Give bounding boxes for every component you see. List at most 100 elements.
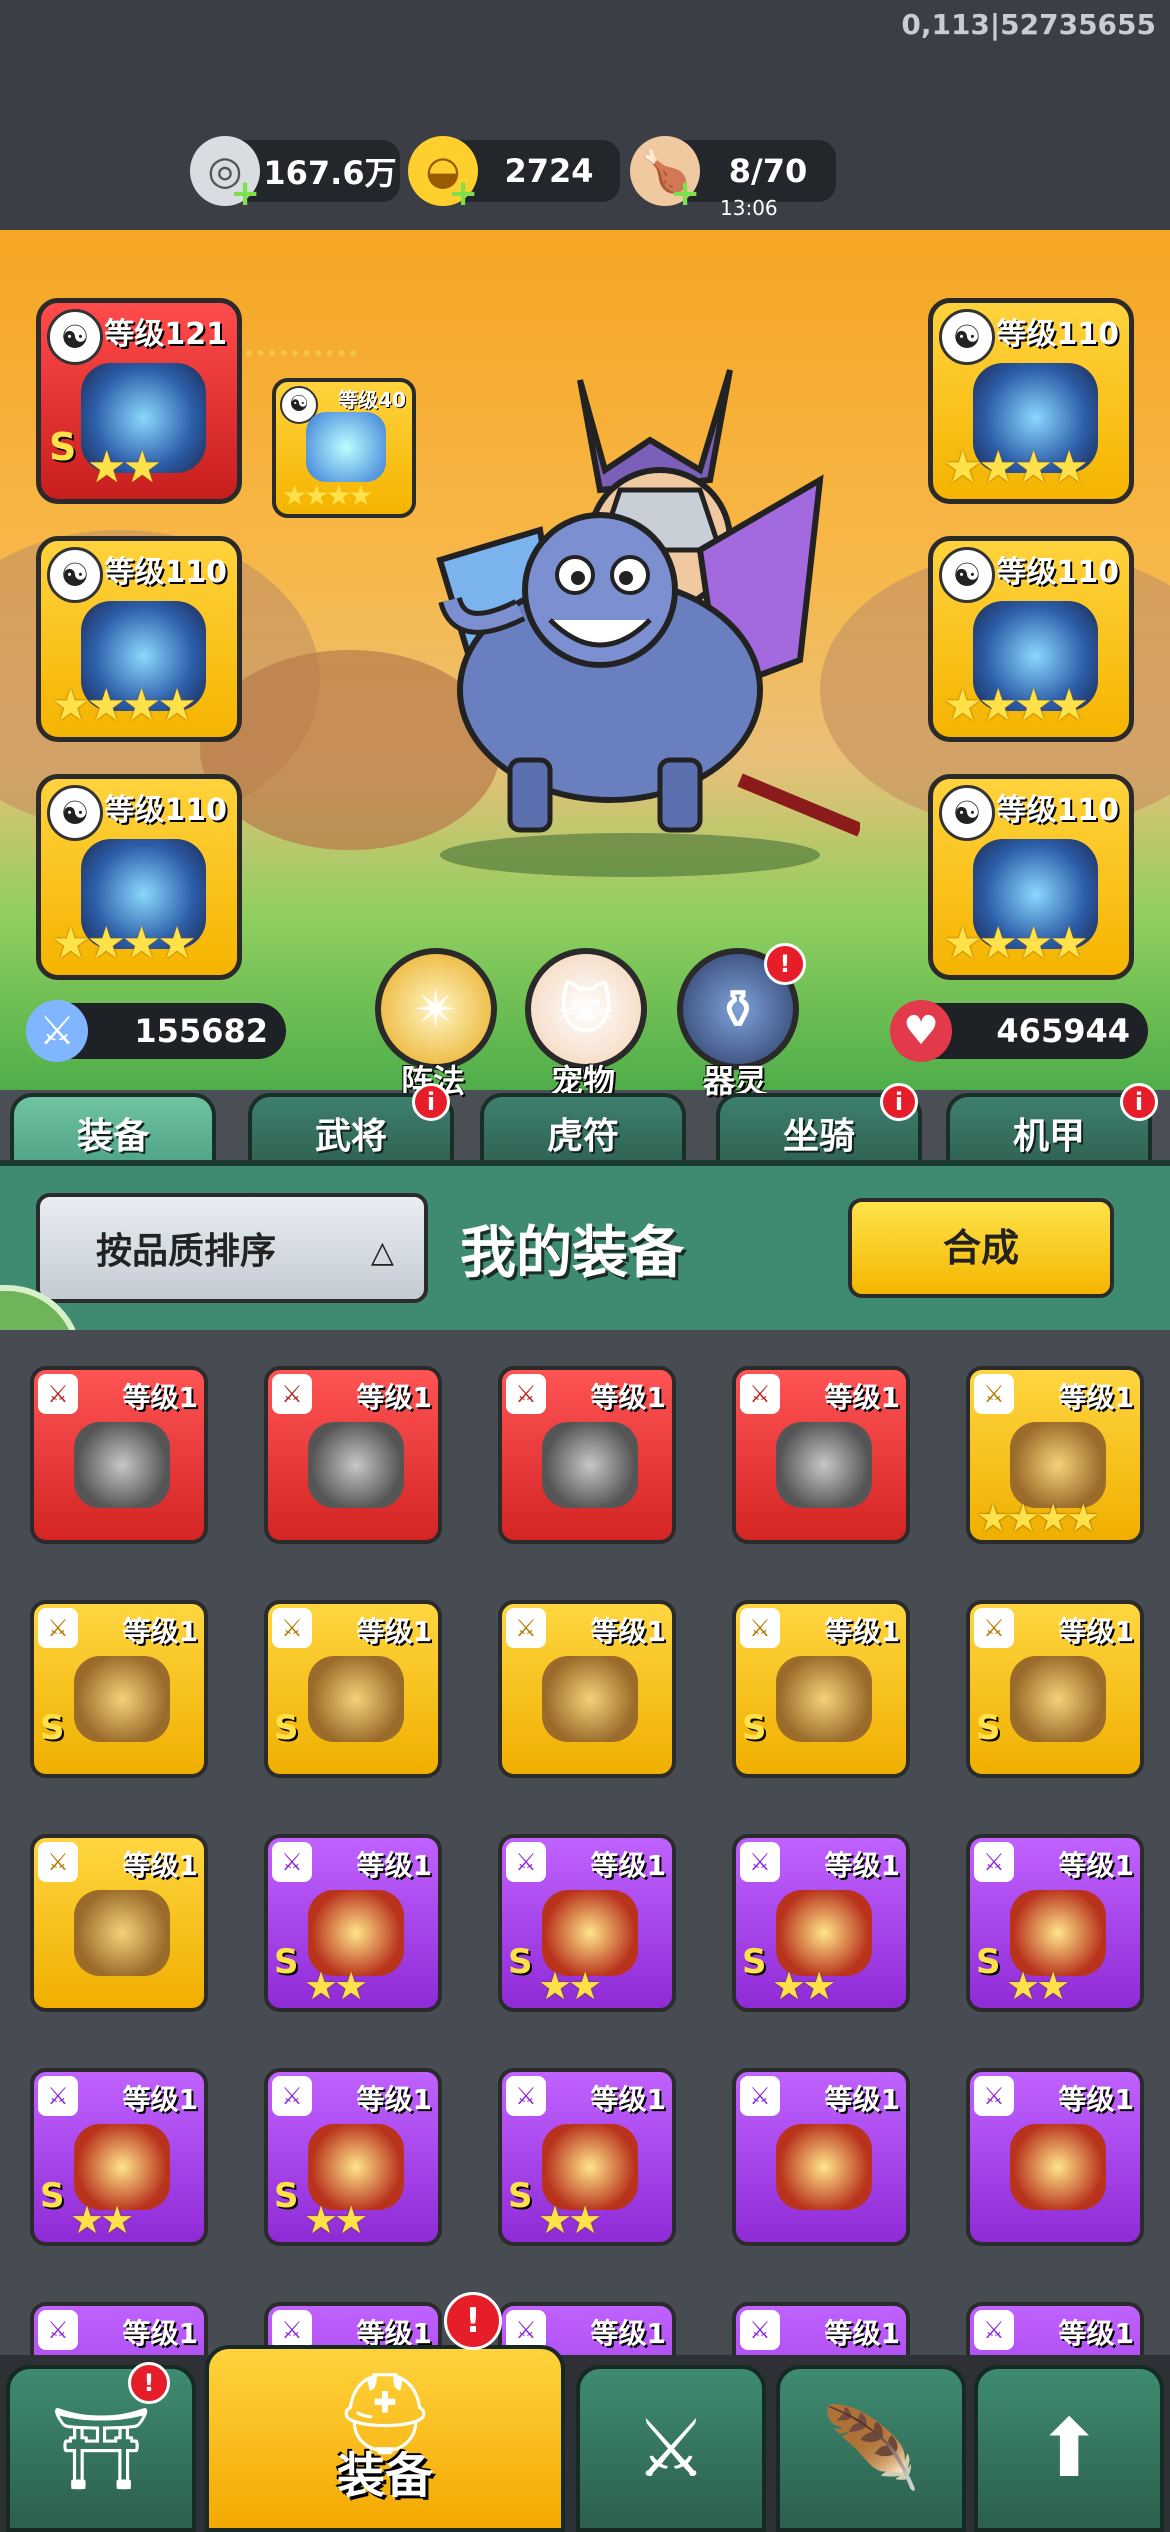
item-type-icon: ⚔	[740, 2310, 780, 2350]
star-rating: ★★	[538, 2198, 602, 2242]
item-type-icon: ⚔	[272, 2310, 312, 2350]
equip-slot-mini[interactable]: ☯ 等级40 ★★★★	[272, 378, 416, 518]
weapons-icon: ⚔	[635, 2402, 707, 2495]
item-level: 等级1	[122, 1381, 198, 1414]
equipment-item[interactable]: ⚔ 等级1 S ★★	[966, 1834, 1144, 2012]
item-type-icon: ⚔	[38, 1374, 78, 1414]
item-level: 等级1	[824, 2317, 900, 2350]
equipment-item[interactable]: ⚔ 等级1 S ★★	[264, 1834, 442, 2012]
item-type-icon: ⚔	[506, 2076, 546, 2116]
gold-resource[interactable]: ◒ 2724 +	[408, 136, 620, 214]
equip-slot-gloves[interactable]: ☯ 等级110 ★★★★	[928, 536, 1134, 742]
equipment-art-icon	[1010, 2124, 1106, 2210]
slot-level: 等级110	[104, 555, 227, 590]
tab-equipment[interactable]: 装备	[10, 1093, 216, 1167]
plus-icon[interactable]: +	[670, 173, 700, 214]
equipment-art-icon	[74, 1656, 170, 1742]
equipment-item[interactable]: ⚔ 等级1 S	[30, 1600, 208, 1778]
equipment-art-icon	[776, 1656, 872, 1742]
equip-slot-helmet[interactable]: ☯ 等级110 ★★★★	[36, 774, 242, 980]
silver-resource[interactable]: ◎ 167.6万 +	[190, 136, 400, 214]
star-rating: ★★	[1006, 1964, 1070, 2008]
grade-label: S	[274, 2176, 299, 2216]
slot-level: 等级110	[996, 317, 1119, 352]
item-type-icon: ⚔	[740, 1842, 780, 1882]
nav-upgrade[interactable]: ⬆	[974, 2365, 1164, 2532]
star-rating: ★★★★	[943, 680, 1089, 731]
equipment-item[interactable]: ⚔ 等级1 S ★★	[264, 2068, 442, 2246]
equip-slot-armor[interactable]: ☯ 等级110 ★★★★	[928, 298, 1134, 504]
nav-feather[interactable]: 🪶	[776, 2365, 966, 2532]
silver-value: 167.6万	[263, 154, 397, 192]
item-level: 等级1	[1058, 1615, 1134, 1648]
feather-quill-icon: 🪶	[821, 2401, 921, 2495]
hero-with-pet[interactable]	[400, 360, 863, 880]
yinyang-icon: ☯	[47, 309, 103, 365]
grade-label: S	[40, 2176, 65, 2216]
equipment-item[interactable]: ⚔ 等级1	[30, 1366, 208, 1544]
equipment-item[interactable]: ⚔ 等级1	[498, 1366, 676, 1544]
nav-equipment[interactable]: ⛑ 装备	[205, 2345, 565, 2532]
alert-badge: !	[128, 2362, 170, 2404]
equip-slot-boots[interactable]: ☯ 等级110 ★★★★	[928, 774, 1134, 980]
synthesize-button[interactable]: 合成	[848, 1198, 1114, 1298]
equipment-item[interactable]: ⚔ 等级1	[498, 1600, 676, 1778]
triangle-up-icon: △	[370, 1235, 394, 1270]
item-level: 等级1	[1058, 2083, 1134, 2116]
item-type-icon: ⚔	[740, 1608, 780, 1648]
alert-badge: i	[412, 1083, 450, 1121]
tab-tiger-tally[interactable]: 虎符	[480, 1093, 686, 1167]
equipment-item[interactable]: ⚔ 等级1 S ★★	[498, 2068, 676, 2246]
equipment-item[interactable]: ⚔ 等级1 S	[264, 1600, 442, 1778]
stamina-timer: 13:06	[720, 196, 778, 220]
slot-level: 等级110	[996, 793, 1119, 828]
alert-badge: !	[764, 943, 806, 985]
equip-slot-weapon[interactable]: ☯ 等级121 S ★★	[36, 298, 242, 504]
equipment-item[interactable]: ⚔ 等级1 ★★★★	[966, 1366, 1144, 1544]
equipment-art-icon	[542, 1656, 638, 1742]
item-type-icon: ⚔	[38, 1608, 78, 1648]
stamina-resource[interactable]: 🍗 8/70 +	[630, 136, 836, 214]
item-type-icon: ⚔	[974, 1608, 1014, 1648]
equip-slot-necklace[interactable]: ☯ 等级110 ★★★★	[36, 536, 242, 742]
equipment-item[interactable]: ⚔ 等级1	[732, 1366, 910, 1544]
grade-label: S	[40, 1708, 65, 1748]
equipment-item[interactable]: ⚔ 等级1	[30, 1834, 208, 2012]
item-type-icon: ⚔	[38, 1842, 78, 1882]
sword-icon	[306, 412, 386, 482]
formation-button[interactable]: ✴ 阵法	[375, 948, 497, 1102]
item-level: 等级1	[122, 1849, 198, 1882]
equipment-item[interactable]: ⚔ 等级1 S ★★	[732, 1834, 910, 2012]
sword-icon: ⚔	[26, 1000, 88, 1062]
star-rating: ★★	[538, 1964, 602, 2008]
star-rating: ★★★★	[51, 918, 197, 969]
equipment-art-icon	[776, 2124, 872, 2210]
item-type-icon: ⚔	[272, 1842, 312, 1882]
stamina-value: 8/70	[728, 152, 808, 190]
sort-dropdown[interactable]: 按品质排序 △	[36, 1193, 428, 1303]
plus-icon[interactable]: +	[448, 173, 478, 214]
yinyang-icon: ☯	[939, 785, 995, 841]
grade-label: S	[742, 1942, 767, 1982]
star-rating: ★★	[304, 1964, 368, 2008]
equipment-item[interactable]: ⚔ 等级1	[732, 2068, 910, 2246]
formation-icon: ✴	[375, 948, 497, 1070]
pet-button[interactable]: 🐱 宠物	[525, 948, 647, 1102]
item-level: 等级1	[122, 2083, 198, 2116]
item-type-icon: ⚔	[272, 1374, 312, 1414]
yinyang-icon: ☯	[47, 547, 103, 603]
item-type-icon: ⚔	[38, 2310, 78, 2350]
equipment-item[interactable]: ⚔ 等级1 S ★★	[498, 1834, 676, 2012]
star-rating: ★★★★	[976, 1496, 1100, 1540]
equipment-item[interactable]: ⚔ 等级1 S ★★	[30, 2068, 208, 2246]
equipment-item[interactable]: ⚔ 等级1	[966, 2068, 1144, 2246]
nav-weapons[interactable]: ⚔	[576, 2365, 766, 2532]
item-type-icon: ⚔	[974, 2076, 1014, 2116]
link-chain	[246, 330, 356, 356]
equipment-item[interactable]: ⚔ 等级1	[264, 1366, 442, 1544]
item-level: 等级1	[356, 1381, 432, 1414]
plus-icon[interactable]: +	[230, 173, 260, 214]
equipment-item[interactable]: ⚔ 等级1 S	[966, 1600, 1144, 1778]
equipment-item[interactable]: ⚔ 等级1 S	[732, 1600, 910, 1778]
star-rating: ★★★★	[943, 442, 1089, 493]
